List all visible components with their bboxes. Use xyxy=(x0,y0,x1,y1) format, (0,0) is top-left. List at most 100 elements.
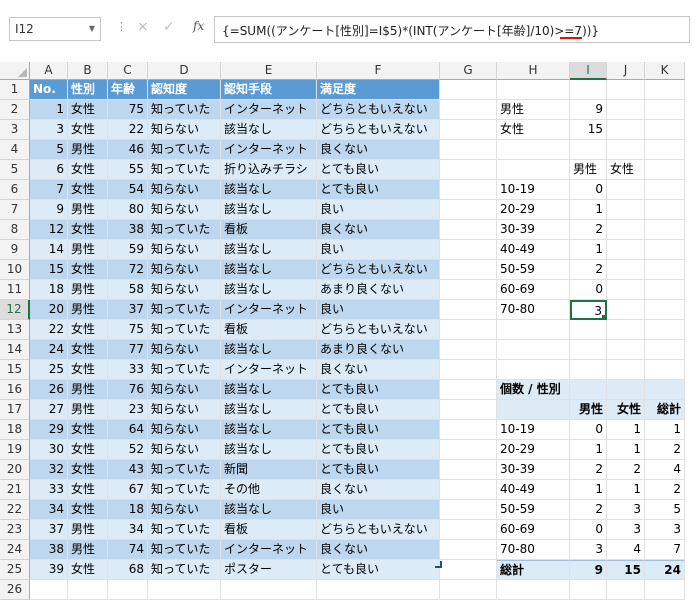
column-header-k[interactable]: K xyxy=(645,62,685,80)
pivot-cell[interactable]: 1 xyxy=(570,480,607,500)
table-cell[interactable]: 男性 xyxy=(68,300,108,320)
cell[interactable] xyxy=(570,80,607,100)
table-cell[interactable]: とても良い xyxy=(317,180,440,200)
table-cell[interactable]: 知っていた xyxy=(148,460,221,480)
pivot-total-cell[interactable]: 24 xyxy=(645,560,685,580)
table-cell[interactable]: ポスター xyxy=(221,560,317,580)
table-cell[interactable]: 80 xyxy=(108,200,148,220)
cell[interactable] xyxy=(607,300,645,320)
enter-icon[interactable]: ✓ xyxy=(163,19,175,35)
table-cell[interactable]: 43 xyxy=(108,460,148,480)
table-cell[interactable]: 22 xyxy=(108,120,148,140)
cell[interactable] xyxy=(440,120,497,140)
table-cell[interactable]: インターネット xyxy=(221,360,317,380)
table-cell[interactable]: 知っていた xyxy=(148,360,221,380)
table-cell[interactable]: 良くない xyxy=(317,360,440,380)
table-cell[interactable]: 75 xyxy=(108,100,148,120)
cell[interactable] xyxy=(440,520,497,540)
column-header-e[interactable]: E xyxy=(221,62,317,80)
row-header-3[interactable]: 3 xyxy=(0,120,30,140)
row-header-13[interactable]: 13 xyxy=(0,320,30,340)
cell[interactable] xyxy=(497,140,570,160)
table-cell[interactable]: 知っていた xyxy=(148,540,221,560)
table-header-cell[interactable]: 認知手段 xyxy=(221,80,317,100)
row-header-7[interactable]: 7 xyxy=(0,200,30,220)
pivot-cell[interactable]: 7 xyxy=(645,540,685,560)
row-header-1[interactable]: 1 xyxy=(0,80,30,100)
summary-age-label[interactable]: 30-39 xyxy=(497,220,570,240)
column-header-h[interactable]: H xyxy=(497,62,570,80)
table-cell[interactable]: 52 xyxy=(108,440,148,460)
table-cell[interactable]: 知らない xyxy=(148,440,221,460)
table-cell[interactable]: 知っていた xyxy=(148,140,221,160)
cancel-icon[interactable]: × xyxy=(137,19,149,35)
pivot-col-header[interactable]: 男性 xyxy=(570,400,607,420)
column-header-j[interactable]: J xyxy=(607,62,645,80)
table-cell[interactable]: 知っていた xyxy=(148,220,221,240)
table-cell[interactable]: 該当なし xyxy=(221,400,317,420)
table-cell[interactable]: 女性 xyxy=(68,180,108,200)
pivot-cell[interactable]: 2 xyxy=(607,460,645,480)
table-cell[interactable]: 女性 xyxy=(68,460,108,480)
table-cell[interactable]: 58 xyxy=(108,280,148,300)
name-box[interactable]: I12 ▼ xyxy=(9,17,101,41)
pivot-total-cell[interactable]: 15 xyxy=(607,560,645,580)
table-cell[interactable]: 32 xyxy=(30,460,68,480)
table-cell[interactable]: 37 xyxy=(108,300,148,320)
table-cell[interactable]: 知っていた xyxy=(148,100,221,120)
column-header-i[interactable]: I xyxy=(570,62,607,80)
table-cell[interactable]: 女性 xyxy=(68,420,108,440)
table-cell[interactable]: 女性 xyxy=(68,220,108,240)
table-cell[interactable]: インターネット xyxy=(221,100,317,120)
pivot-cell[interactable]: 3 xyxy=(607,520,645,540)
table-cell[interactable]: 良くない xyxy=(317,480,440,500)
summary-gender-label[interactable]: 男性 xyxy=(497,100,570,120)
table-cell[interactable]: 27 xyxy=(30,400,68,420)
cell[interactable] xyxy=(317,580,440,600)
table-cell[interactable]: 知らない xyxy=(148,420,221,440)
cell[interactable] xyxy=(440,140,497,160)
summary-age-count[interactable]: 1 xyxy=(570,200,607,220)
cell[interactable] xyxy=(440,380,497,400)
table-cell[interactable]: 46 xyxy=(108,140,148,160)
cell[interactable] xyxy=(570,320,607,340)
table-cell[interactable]: とても良い xyxy=(317,440,440,460)
cell[interactable] xyxy=(645,160,685,180)
table-cell[interactable]: 折り込みチラシ xyxy=(221,160,317,180)
cell[interactable] xyxy=(440,280,497,300)
row-header-19[interactable]: 19 xyxy=(0,440,30,460)
cell[interactable] xyxy=(607,140,645,160)
pivot-cell[interactable]: 50-59 xyxy=(497,500,570,520)
summary-age-count[interactable]: 2 xyxy=(570,260,607,280)
summary-gender-count[interactable]: 15 xyxy=(570,120,607,140)
cell[interactable] xyxy=(645,580,685,600)
table-cell[interactable]: 良くない xyxy=(317,220,440,240)
cell[interactable] xyxy=(148,580,221,600)
summary-gender-count[interactable]: 9 xyxy=(570,100,607,120)
table-cell[interactable]: 知らない xyxy=(148,120,221,140)
table-cell[interactable]: 該当なし xyxy=(221,380,317,400)
table-cell[interactable]: 良い xyxy=(317,500,440,520)
pivot-col-header[interactable]: 女性 xyxy=(607,400,645,420)
table-cell[interactable]: 女性 xyxy=(68,560,108,580)
table-cell[interactable]: インターネット xyxy=(221,540,317,560)
cell[interactable] xyxy=(607,180,645,200)
table-cell[interactable]: 良くない xyxy=(317,140,440,160)
table-cell[interactable]: 知らない xyxy=(148,340,221,360)
cell[interactable] xyxy=(645,300,685,320)
row-header-15[interactable]: 15 xyxy=(0,360,30,380)
cell[interactable] xyxy=(68,580,108,600)
table-cell[interactable]: 女性 xyxy=(68,260,108,280)
table-header-cell[interactable]: 認知度 xyxy=(148,80,221,100)
cell[interactable] xyxy=(607,320,645,340)
table-cell[interactable]: 34 xyxy=(30,500,68,520)
cell[interactable] xyxy=(497,580,570,600)
table-resize-handle[interactable] xyxy=(435,561,442,568)
table-cell[interactable]: とても良い xyxy=(317,420,440,440)
table-cell[interactable]: 18 xyxy=(30,280,68,300)
cell[interactable] xyxy=(607,240,645,260)
table-cell[interactable]: 37 xyxy=(30,520,68,540)
summary-gender-label[interactable]: 女性 xyxy=(497,120,570,140)
cell[interactable] xyxy=(440,580,497,600)
table-cell[interactable]: 72 xyxy=(108,260,148,280)
